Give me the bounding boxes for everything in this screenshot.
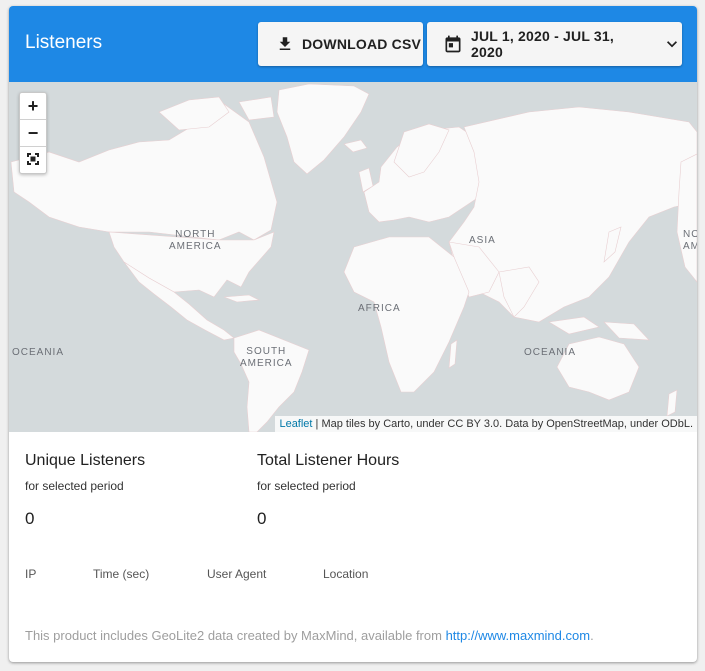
column-header-ip[interactable]: IP	[25, 567, 36, 581]
footer-text: This product includes GeoLite2 data crea…	[25, 628, 446, 643]
world-map[interactable]: + − NORTH AMERICA ASIA AFRICA SOUTH AMER…	[9, 82, 697, 432]
calendar-icon	[443, 34, 463, 54]
label-north-america: NORTH AMERICA	[169, 229, 222, 252]
zoom-control: + −	[19, 92, 47, 174]
label-oceania-left: OCEANIA	[12, 347, 65, 358]
column-header-time[interactable]: Time (sec)	[93, 567, 149, 581]
geolite-notice: This product includes GeoLite2 data crea…	[25, 628, 594, 643]
zoom-in-button[interactable]: +	[20, 93, 46, 119]
column-header-user-agent[interactable]: User Agent	[207, 567, 266, 581]
label-asia: ASIA	[469, 235, 496, 246]
page-title: Listeners	[25, 32, 103, 53]
fullscreen-icon	[26, 150, 40, 171]
download-icon	[276, 35, 294, 53]
unique-listeners-title: Unique Listeners	[25, 452, 146, 469]
download-csv-button[interactable]: DOWNLOAD CSV	[258, 22, 423, 66]
attribution-text: | Map tiles by Carto, under CC BY 3.0. D…	[312, 418, 693, 430]
fullscreen-button[interactable]	[20, 146, 46, 173]
label-south-america: SOUTH AMERICA	[240, 346, 293, 369]
label-africa: AFRICA	[358, 303, 401, 314]
chevron-down-icon	[662, 34, 682, 54]
card-header: Listeners DOWNLOAD CSV JUL 1, 2020 - JUL…	[9, 6, 697, 82]
date-range-label: JUL 1, 2020 - JUL 31, 2020	[471, 28, 614, 60]
total-hours-title: Total Listener Hours	[257, 452, 400, 469]
map-tiles	[10, 83, 697, 432]
download-csv-label: DOWNLOAD CSV	[302, 36, 422, 52]
listeners-card: Listeners DOWNLOAD CSV JUL 1, 2020 - JUL…	[9, 6, 697, 662]
unique-listeners-value: 0	[25, 509, 35, 528]
label-edge: NO AM	[683, 229, 697, 252]
maxmind-link[interactable]: http://www.maxmind.com	[446, 628, 591, 643]
unique-listeners-subtitle: for selected period	[25, 479, 124, 493]
zoom-out-button[interactable]: −	[20, 119, 46, 146]
map-attribution: Leaflet | Map tiles by Carto, under CC B…	[275, 416, 697, 432]
label-oceania-right: OCEANIA	[524, 347, 577, 358]
total-hours-value: 0	[257, 509, 267, 528]
column-header-location[interactable]: Location	[323, 567, 368, 581]
footer-end: .	[590, 628, 594, 643]
date-range-picker[interactable]: JUL 1, 2020 - JUL 31, 2020	[427, 22, 682, 66]
total-hours-subtitle: for selected period	[257, 479, 356, 493]
leaflet-link[interactable]: Leaflet	[279, 418, 312, 430]
